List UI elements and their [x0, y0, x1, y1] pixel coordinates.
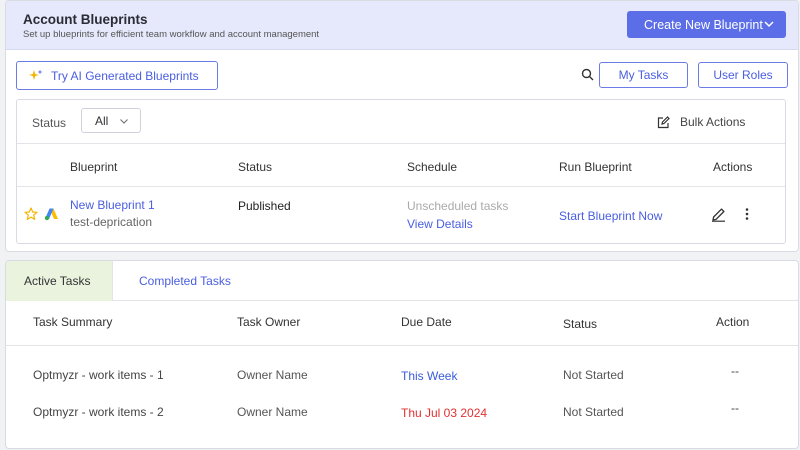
- pen-icon[interactable]: [711, 207, 726, 222]
- filter-row: Status All Bulk Actions: [17, 100, 785, 144]
- page-title: Account Blueprints: [23, 12, 148, 27]
- page-subtitle: Set up blueprints for efficient team wor…: [23, 29, 320, 40]
- task-owner: Owner Name: [237, 405, 308, 419]
- chevron-down-icon: [764, 21, 774, 28]
- blueprint-status: Published: [238, 199, 291, 213]
- blueprints-card: Account Blueprints Set up blueprints for…: [5, 0, 799, 252]
- column-header-due-date: Due Date: [401, 315, 452, 329]
- column-header-task-owner: Task Owner: [237, 315, 301, 329]
- page: Account Blueprints Set up blueprints for…: [0, 0, 800, 450]
- column-header-task-summary: Task Summary: [33, 315, 113, 329]
- start-blueprint-link[interactable]: Start Blueprint Now: [559, 209, 662, 223]
- blueprint-name-link[interactable]: New Blueprint 1: [70, 198, 155, 212]
- tasks-table-header: Task Summary Task Owner Due Date Status …: [6, 302, 798, 346]
- bulk-actions-label: Bulk Actions: [680, 115, 746, 129]
- column-header-actions: Actions: [713, 160, 753, 174]
- tab-active-tasks[interactable]: Active Tasks: [6, 261, 113, 301]
- blueprint-schedule: Unscheduled tasks: [407, 199, 509, 213]
- google-ads-icon: [44, 208, 58, 221]
- task-action[interactable]: --: [731, 401, 739, 415]
- chevron-down-icon: [120, 119, 128, 124]
- ai-blueprints-button[interactable]: Try AI Generated Blueprints: [16, 61, 218, 90]
- blueprint-table-header: Blueprint Status Schedule Run Blueprint …: [17, 144, 785, 187]
- table-row: Optmyzr - work items - 1 Owner Name This…: [6, 364, 798, 404]
- search-icon[interactable]: [581, 68, 594, 81]
- edit-icon: [657, 115, 670, 128]
- task-status: Not Started: [563, 405, 624, 419]
- sparkle-icon: [29, 69, 43, 80]
- column-header-status: Status: [238, 160, 273, 174]
- table-row: Optmyzr - work items - 2 Owner Name Thu …: [6, 401, 798, 441]
- user-roles-button[interactable]: User Roles: [698, 62, 788, 88]
- blueprints-header: Account Blueprints Set up blueprints for…: [6, 1, 798, 50]
- view-details-link[interactable]: View Details: [407, 217, 473, 231]
- task-due-date: This Week: [401, 369, 458, 383]
- tasks-card: Active Tasks Completed Tasks Task Summar…: [5, 260, 799, 449]
- column-header-schedule: Schedule: [407, 160, 458, 174]
- status-filter-label: Status: [32, 116, 67, 130]
- task-tabs: Active Tasks Completed Tasks: [6, 261, 798, 301]
- status-filter-value: All: [95, 113, 109, 128]
- my-tasks-button[interactable]: My Tasks: [599, 62, 688, 88]
- status-filter-select[interactable]: All: [81, 108, 141, 133]
- blueprint-account: test-deprication: [70, 215, 153, 229]
- column-header-task-status: Status: [563, 317, 598, 331]
- create-blueprint-label: Create New Blueprint: [644, 17, 763, 32]
- column-header-run: Run Blueprint: [559, 160, 632, 174]
- task-summary: Optmyzr - work items - 2: [33, 405, 164, 419]
- blueprint-table: Status All Bulk Actions Blueprint Status…: [16, 99, 786, 244]
- task-summary: Optmyzr - work items - 1: [33, 368, 164, 382]
- create-blueprint-button[interactable]: Create New Blueprint: [627, 11, 786, 38]
- column-header-blueprint: Blueprint: [70, 160, 118, 174]
- task-status: Not Started: [563, 368, 624, 382]
- kebab-icon[interactable]: [742, 207, 752, 221]
- star-icon[interactable]: [24, 207, 38, 221]
- task-due-date: Thu Jul 03 2024: [401, 406, 488, 420]
- task-action[interactable]: --: [731, 364, 739, 378]
- table-row: New Blueprint 1 test-deprication Publish…: [17, 188, 785, 244]
- tab-completed-tasks[interactable]: Completed Tasks: [139, 261, 231, 301]
- task-owner: Owner Name: [237, 368, 308, 382]
- bulk-actions-button[interactable]: Bulk Actions: [657, 115, 745, 129]
- column-header-task-action: Action: [716, 315, 750, 329]
- ai-blueprints-label: Try AI Generated Blueprints: [51, 68, 199, 83]
